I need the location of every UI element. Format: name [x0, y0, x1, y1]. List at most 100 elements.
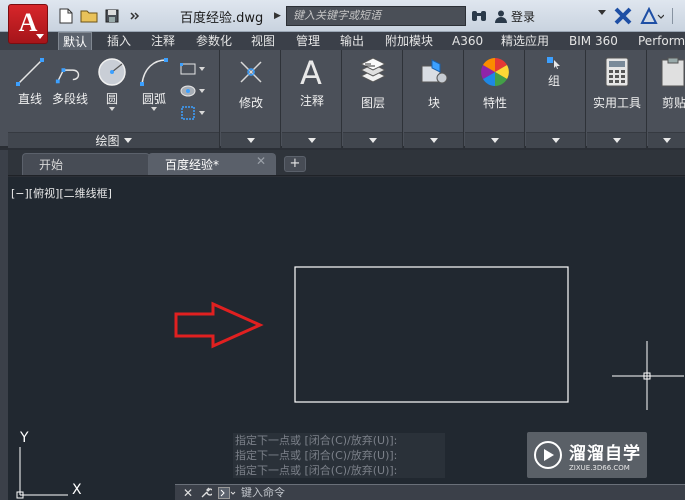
application-menu-button[interactable]: A: [8, 4, 48, 44]
more-tools-button[interactable]: [125, 6, 145, 26]
clipboard-tool[interactable]: 剪贴: [658, 56, 685, 111]
circle-dropdown-icon[interactable]: [109, 107, 115, 111]
groups-panel-footer[interactable]: [526, 132, 585, 148]
tab-a360[interactable]: A360: [448, 32, 487, 50]
properties-tool-label: 特性: [482, 96, 507, 110]
arc-tool-label: 圆弧: [141, 92, 166, 106]
arc-icon: [140, 58, 168, 86]
draw-panel-footer[interactable]: 绘图: [8, 132, 219, 148]
new-file-icon: [59, 8, 73, 24]
command-prompt-icon[interactable]: [217, 486, 237, 500]
properties-panel-footer[interactable]: [465, 132, 524, 148]
chevron-down-icon: [429, 138, 438, 143]
block-icon: [421, 59, 448, 84]
layers-panel-footer[interactable]: [343, 132, 402, 148]
tab-annotate[interactable]: 注释: [147, 32, 179, 50]
a360-button[interactable]: [640, 6, 665, 25]
ribbon: 直线 多段线 圆 圆弧 绘图 修改 A 注释 图层 块 特性 组 实用工具 剪贴: [0, 50, 685, 148]
draw-panel-label: 绘图: [95, 134, 120, 148]
login-dropdown-caret[interactable]: [598, 10, 606, 15]
boundary-icon: [181, 106, 195, 120]
boundary-tool[interactable]: [180, 102, 216, 124]
tab-parametric[interactable]: 参数化: [192, 32, 236, 50]
drawn-rectangle[interactable]: [294, 266, 569, 403]
modify-panel: 修改: [221, 50, 281, 148]
document-title: 百度经验.dwg: [180, 11, 264, 26]
search-expander[interactable]: ▶: [274, 6, 284, 26]
arc-tool[interactable]: 圆弧: [138, 56, 170, 111]
tab-output[interactable]: 输出: [336, 32, 368, 50]
tab-featured-apps[interactable]: 精选应用: [497, 32, 553, 50]
left-edge-strip: [0, 150, 8, 500]
circle-tool[interactable]: 圆: [96, 56, 128, 111]
close-icon[interactable]: ✕: [181, 486, 195, 500]
tab-view[interactable]: 视图: [247, 32, 279, 50]
title-bar: 百度经验.dwg ▶ 登录: [0, 0, 685, 32]
polyline-icon: [55, 68, 80, 84]
draw-panel: 直线 多段线 圆 圆弧 绘图: [8, 50, 220, 148]
properties-tool[interactable]: 特性: [479, 56, 511, 111]
watermark-url: ZIXUE.3D66.COM: [569, 463, 630, 472]
tab-start-label: 开始: [39, 158, 64, 172]
chevron-down-icon: [307, 138, 316, 143]
annotation-arrow: [174, 301, 264, 349]
command-line: ✕: [175, 484, 685, 500]
new-file-button[interactable]: [56, 6, 76, 26]
tab-performance[interactable]: Perform: [634, 32, 685, 50]
command-input[interactable]: [241, 486, 441, 499]
save-button[interactable]: [102, 6, 122, 26]
ucs-y-label: Y: [19, 430, 29, 446]
open-file-button[interactable]: [79, 6, 99, 26]
layers-tool[interactable]: 图层: [357, 56, 389, 111]
modify-panel-footer[interactable]: [221, 132, 280, 148]
watermark-text: 溜溜自学 ZIXUE.3D66.COM: [569, 439, 641, 472]
utilities-tool-label: 实用工具: [593, 96, 642, 110]
chevron-down-icon: [199, 89, 205, 93]
command-history: 指定下一点或 [闭合(C)/放弃(U)]: 指定下一点或 [闭合(C)/放弃(U…: [233, 433, 445, 478]
login-button[interactable]: 登录: [494, 7, 535, 25]
calculator-icon: [605, 57, 629, 87]
annotation-panel-footer[interactable]: [282, 132, 341, 148]
chevron-down-icon: [199, 111, 205, 115]
annotation-tool[interactable]: A 注释: [296, 54, 328, 109]
chevron-down-icon: [199, 67, 205, 71]
tab-drawing-label: 百度经验*: [165, 158, 220, 172]
clipboard-icon: [661, 57, 685, 87]
chevron-down-icon: [612, 138, 621, 143]
block-tool[interactable]: 块: [418, 56, 450, 111]
tab-home[interactable]: 默认: [58, 32, 93, 50]
line-tool[interactable]: 直线: [14, 56, 46, 107]
search-input[interactable]: [286, 6, 466, 26]
arc-dropdown-icon[interactable]: [151, 107, 157, 111]
text-a-icon: A: [300, 54, 322, 90]
clipboard-panel-footer[interactable]: [648, 132, 685, 148]
exchange-apps-button[interactable]: [614, 7, 632, 25]
chevron-down-icon: [123, 138, 132, 143]
tab-addins[interactable]: 附加模块: [381, 32, 437, 50]
group-tool[interactable]: 组: [546, 56, 562, 89]
search-button[interactable]: [470, 7, 488, 25]
tab-bim360[interactable]: BIM 360: [565, 32, 622, 50]
hatch-tool[interactable]: [180, 80, 216, 102]
block-panel: 块: [404, 50, 464, 148]
rectangle-tool[interactable]: [180, 58, 216, 80]
groups-panel: 组: [526, 50, 586, 148]
autocad-logo-icon: A: [18, 7, 38, 37]
chevron-down-icon: [246, 138, 255, 143]
tab-manage[interactable]: 管理: [292, 32, 324, 50]
modify-tool[interactable]: 修改: [235, 56, 267, 111]
play-logo-icon: [534, 441, 562, 469]
move-icon: [240, 61, 262, 83]
login-label: 登录: [511, 9, 536, 24]
close-tab-icon[interactable]: ✕: [256, 154, 266, 168]
block-panel-footer[interactable]: [404, 132, 463, 148]
utilities-panel-footer[interactable]: [587, 132, 646, 148]
utilities-tool[interactable]: 实用工具: [593, 56, 641, 111]
command-history-line: 指定下一点或 [闭合(C)/放弃(U)]:: [233, 463, 445, 478]
quick-access-toolbar: [56, 6, 145, 26]
tab-insert[interactable]: 插入: [103, 32, 135, 50]
new-tab-button[interactable]: +: [284, 156, 306, 172]
tab-start[interactable]: 开始: [22, 153, 150, 175]
polyline-tool[interactable]: 多段线: [52, 56, 88, 107]
wrench-icon[interactable]: [199, 486, 213, 500]
